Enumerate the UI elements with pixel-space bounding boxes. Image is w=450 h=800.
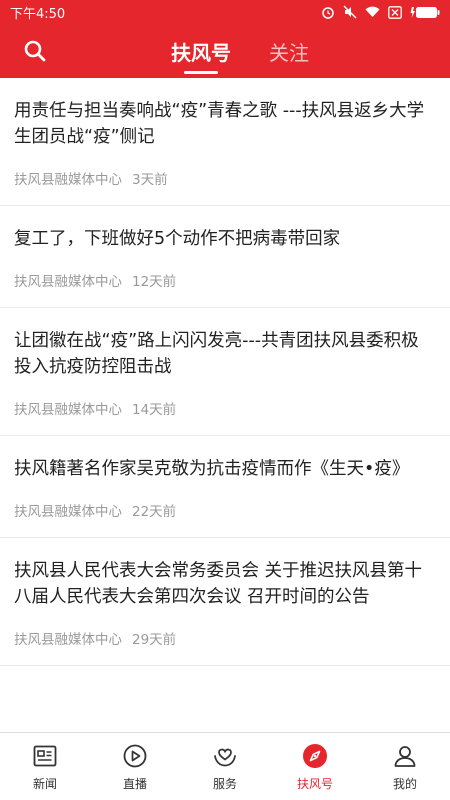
article-meta: 扶风县融媒体中心 22天前 — [14, 482, 436, 537]
nav-label: 我的 — [392, 777, 417, 791]
wifi-icon — [365, 6, 380, 18]
nav-item-mine[interactable]: 我的 — [360, 733, 450, 800]
nav-item-live[interactable]: 直播 — [90, 733, 180, 800]
status-time: 下午4:50 — [10, 6, 66, 22]
tab-fufenghao[interactable]: 扶风号 — [171, 24, 231, 78]
article-item[interactable]: 扶风县人民代表大会常务委员会 关于推迟扶风县第十八届人民代表大会第四次会议 召开… — [0, 538, 450, 666]
article-source: 扶风县融媒体中心 — [14, 402, 122, 418]
article-time: 3天前 — [132, 172, 168, 188]
article-item[interactable]: 复工了，下班做好5个动作不把病毒带回家 扶风县融媒体中心 12天前 — [0, 206, 450, 308]
article-source: 扶风县融媒体中心 — [14, 504, 122, 520]
article-title: 让团徽在战“疫”路上闪闪发亮---共青团扶风县委积极投入抗疫防控阻击战 — [14, 331, 419, 377]
tab-label: 关注 — [269, 40, 309, 65]
nav-label: 服务 — [212, 777, 237, 791]
alarm-icon — [321, 5, 335, 19]
person-icon — [392, 743, 418, 769]
nav-label: 直播 — [122, 777, 147, 791]
news-icon — [32, 743, 58, 769]
article-time: 29天前 — [132, 632, 177, 648]
nav-label: 新闻 — [32, 777, 57, 791]
status-bar: 下午4:50 — [0, 0, 450, 24]
article-title: 复工了，下班做好5个动作不把病毒带回家 — [14, 229, 341, 249]
article-meta: 扶风县融媒体中心 3天前 — [14, 150, 436, 205]
article-time: 12天前 — [132, 274, 177, 290]
article-item[interactable]: 用责任与担当奏响战“疫”青春之歌 ---扶风县返乡大学生团员战“疫”侧记 扶风县… — [0, 78, 450, 206]
article-title: 扶风籍著名作家吴克敬为抗击疫情而作《生天•疫》 — [14, 459, 410, 479]
article-title: 扶风县人民代表大会常务委员会 关于推迟扶风县第十八届人民代表大会第四次会议 召开… — [14, 561, 423, 607]
play-icon — [122, 743, 148, 769]
article-meta: 扶风县融媒体中心 12天前 — [14, 252, 436, 307]
nav-label: 扶风号 — [296, 777, 333, 791]
article-meta: 扶风县融媒体中心 14天前 — [14, 380, 436, 435]
article-source: 扶风县融媒体中心 — [14, 274, 122, 290]
article-item[interactable]: 让团徽在战“疫”路上闪闪发亮---共青团扶风县委积极投入抗疫防控阻击战 扶风县融… — [0, 308, 450, 436]
service-icon — [212, 743, 238, 769]
article-feed[interactable]: 用责任与担当奏响战“疫”青春之歌 ---扶风县返乡大学生团员战“疫”侧记 扶风县… — [0, 78, 450, 732]
status-icons — [321, 5, 440, 19]
compass-icon — [302, 743, 328, 769]
article-source: 扶风县融媒体中心 — [14, 172, 122, 188]
nav-item-news[interactable]: 新闻 — [0, 733, 90, 800]
article-time: 22天前 — [132, 504, 177, 520]
article-time: 14天前 — [132, 402, 177, 418]
article-meta: 扶风县融媒体中心 29天前 — [14, 610, 436, 665]
battery-icon — [410, 6, 440, 19]
nav-item-fufenghao[interactable]: 扶风号 — [270, 733, 360, 800]
tab-follow[interactable]: 关注 — [269, 24, 309, 78]
article-source: 扶风县融媒体中心 — [14, 632, 122, 648]
article-item[interactable]: 扶风籍著名作家吴克敬为抗击疫情而作《生天•疫》 扶风县融媒体中心 22天前 — [0, 436, 450, 538]
tab-label: 扶风号 — [171, 40, 231, 65]
article-title: 用责任与担当奏响战“疫”青春之歌 ---扶风县返乡大学生团员战“疫”侧记 — [14, 101, 425, 147]
signal-off-icon — [388, 5, 402, 19]
tab-active-indicator — [184, 71, 218, 74]
header-tabs: 扶风号 关注 — [0, 24, 450, 78]
mute-icon — [343, 5, 357, 19]
nav-item-service[interactable]: 服务 — [180, 733, 270, 800]
top-header: 扶风号 关注 — [0, 24, 450, 78]
bottom-nav: 新闻 直播 服务 扶风号 我的 — [0, 732, 450, 800]
